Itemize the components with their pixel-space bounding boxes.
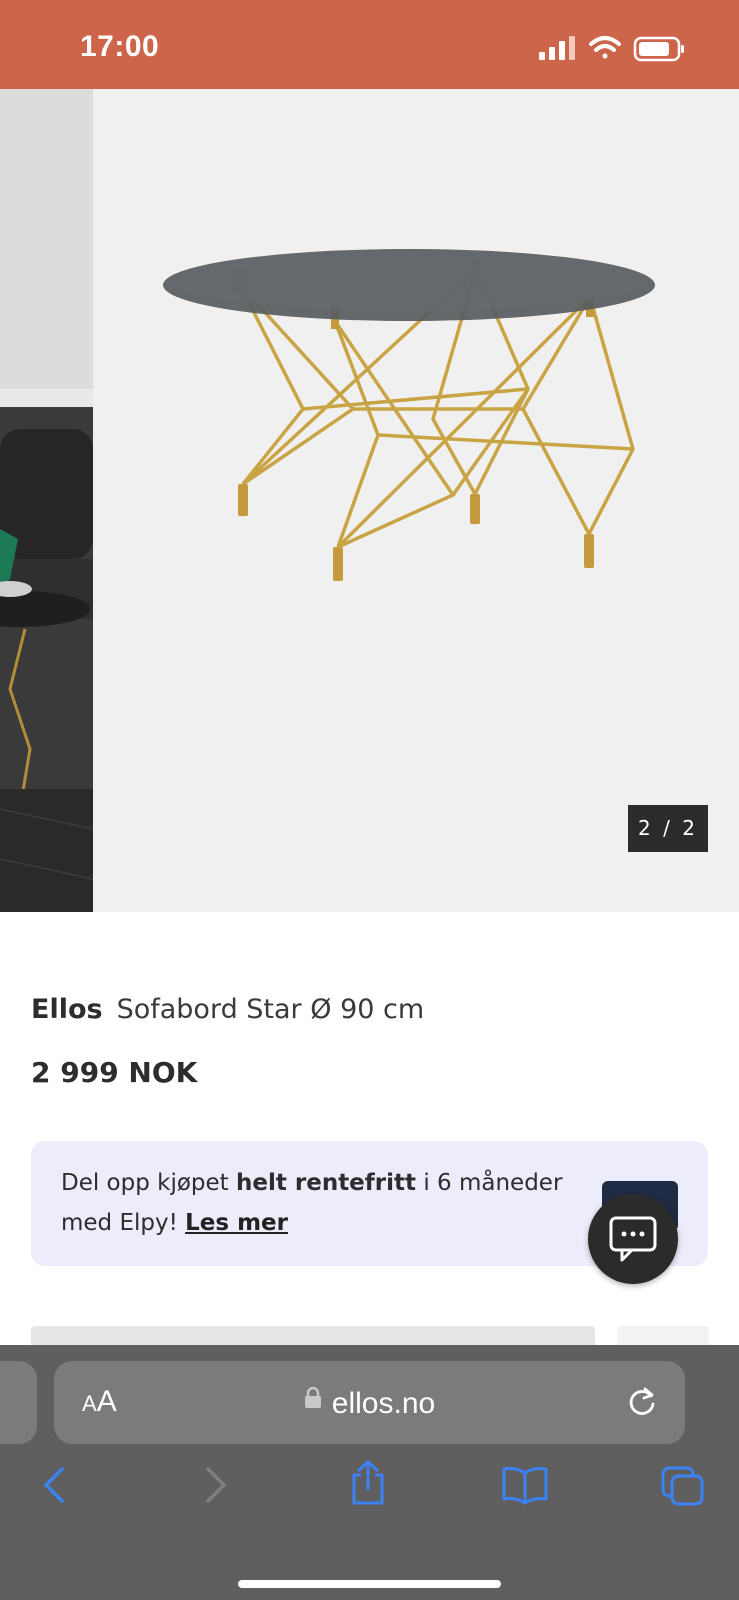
tabs-icon[interactable]: [660, 1465, 706, 1511]
url-field[interactable]: ellos.no: [54, 1361, 685, 1444]
url-text: ellos.no: [331, 1387, 436, 1420]
status-bar: 17:00: [0, 0, 739, 89]
status-time: 17:00: [80, 30, 160, 63]
main-product-image[interactable]: [93, 89, 739, 912]
browser-nav-row: [0, 1460, 739, 1525]
address-bar[interactable]: AA ellos.no: [54, 1361, 685, 1444]
battery-icon: [633, 36, 684, 62]
image-counter: 2 / 2: [628, 805, 708, 852]
forward-icon[interactable]: [200, 1465, 230, 1509]
product-brand[interactable]: Ellos: [31, 994, 103, 1025]
bookmarks-icon[interactable]: [500, 1465, 550, 1509]
elpy-read-more-link[interactable]: Les mer: [185, 1210, 288, 1236]
product-gallery[interactable]: [0, 89, 739, 912]
product-price: 2 999 NOK: [31, 1056, 198, 1089]
status-icons: [539, 34, 689, 64]
elpy-text-part-1: Del opp kjøpet: [61, 1170, 237, 1196]
chat-button[interactable]: [588, 1194, 678, 1284]
previous-tab-preview[interactable]: [0, 1361, 37, 1444]
product-title: Ellos Sofabord Star Ø 90 cm: [31, 994, 424, 1025]
chat-bubble-icon: [609, 1216, 657, 1262]
product-name: Sofabord Star Ø 90 cm: [116, 994, 425, 1025]
lock-icon: [304, 1362, 322, 1445]
home-indicator: [238, 1580, 501, 1588]
share-icon[interactable]: [348, 1459, 388, 1511]
back-icon[interactable]: [40, 1465, 70, 1509]
browser-toolbar: AA ellos.no: [0, 1345, 739, 1600]
reload-icon[interactable]: [625, 1385, 659, 1423]
elpy-text: Del opp kjøpet helt rentefritt i 6 måned…: [61, 1163, 581, 1243]
elpy-text-bold: helt rentefritt: [236, 1170, 417, 1196]
signal-icon: [539, 36, 575, 60]
previous-product-image[interactable]: [0, 89, 94, 912]
wifi-icon: [589, 36, 621, 59]
